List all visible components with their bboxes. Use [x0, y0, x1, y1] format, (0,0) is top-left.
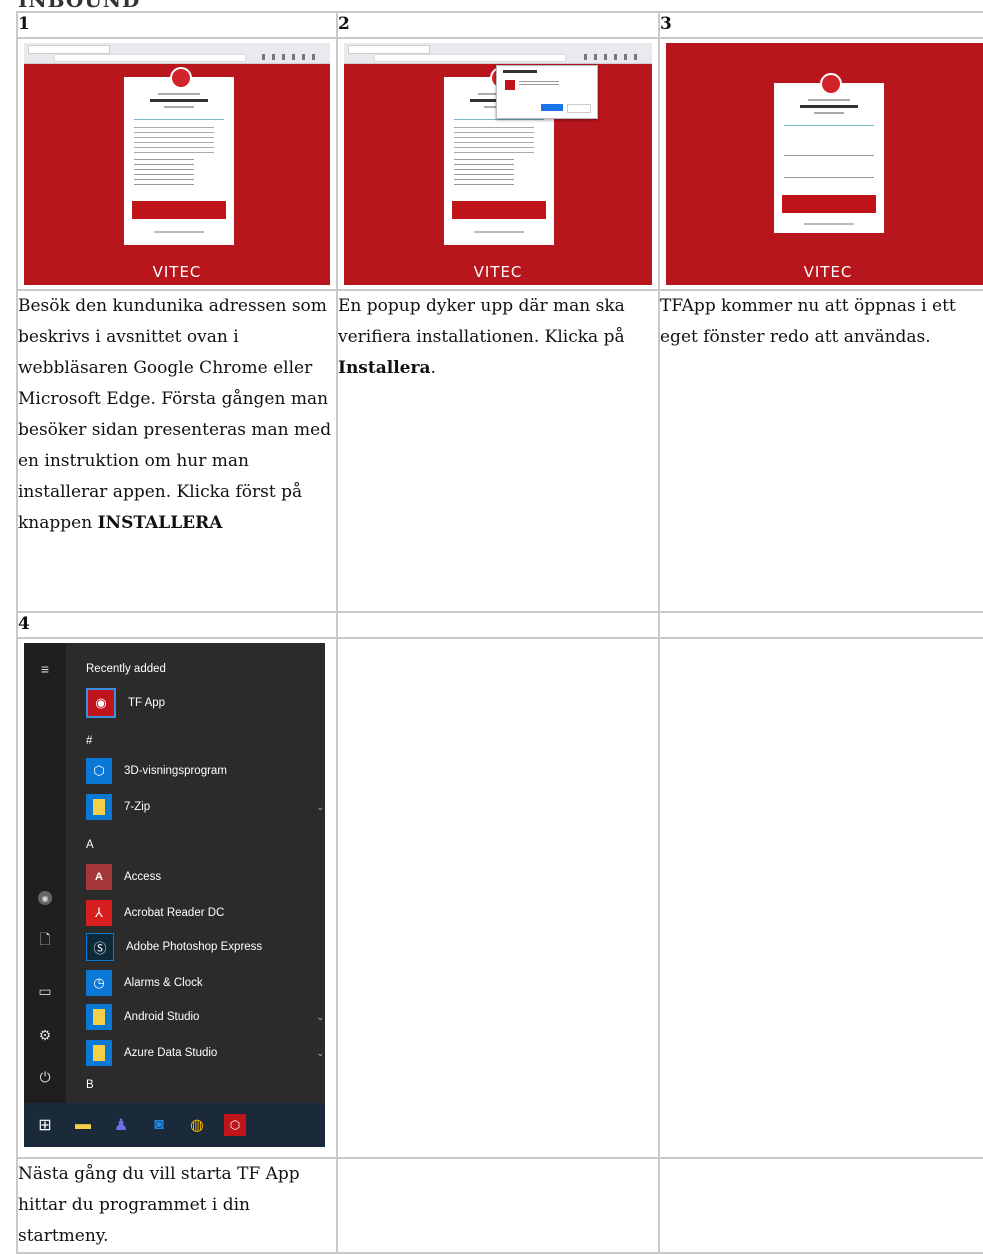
chrome-icon[interactable]: ◍ [180, 1108, 214, 1142]
browser-screenshot: VITEC [24, 43, 330, 285]
start-menu-sidebar: ≡ ◉ 🗋 ▭ ⚙ ⏻ [24, 643, 66, 1103]
clock-icon: ◷ [86, 970, 112, 996]
tf-app-icon: ◉ [86, 688, 116, 718]
start-menu-app[interactable]: ⅄ Acrobat Reader DC [86, 899, 325, 927]
install-card [124, 67, 234, 245]
app-logo-icon [820, 73, 842, 95]
section-header: # [86, 735, 93, 747]
username-field [784, 147, 874, 156]
login-card [774, 73, 884, 233]
login-button [782, 195, 876, 213]
hamburger-icon: ≡ [40, 661, 50, 677]
step-3-screenshot: VITEC [658, 37, 983, 291]
user-avatar-icon: ◉ [38, 891, 52, 905]
install-button [132, 201, 226, 219]
password-field [784, 169, 874, 178]
start-menu-app[interactable]: Ⓢ Adobe Photoshop Express [86, 933, 325, 961]
steps-table: 1 2 3 VITEC VITEC VITEC Besök den kundun… [16, 11, 983, 1254]
tf-app-taskbar-icon[interactable]: ⬡ [224, 1114, 246, 1136]
start-menu-app[interactable]: ◉ TF App [86, 688, 325, 718]
taskbar: ⊞ ▬ ♟ ◙ ◍ ⬡ [24, 1103, 325, 1147]
section-header: B [86, 1079, 94, 1091]
install-popup [496, 65, 598, 119]
step-1-text: Besök den kundunika adressen som beskriv… [16, 289, 338, 613]
vitec-logo: VITEC [473, 263, 523, 281]
acrobat-icon: ⅄ [86, 900, 112, 926]
teams-icon[interactable]: ♟ [104, 1108, 138, 1142]
chevron-down-icon: ⌄ [316, 1047, 324, 1058]
power-icon: ⏻ [39, 1068, 51, 1085]
photoshop-icon: Ⓢ [86, 933, 114, 961]
file-explorer-icon[interactable]: ▬ [66, 1108, 100, 1142]
step-number: 2 [336, 11, 660, 39]
step-2-text: En popup dyker upp där man ska verifiera… [336, 289, 660, 613]
step-4-screenshot: ≡ ◉ 🗋 ▭ ⚙ ⏻ Recently added ◉ TF App # ⬡ [16, 637, 338, 1159]
step-number: 3 [658, 11, 983, 39]
app-window-screenshot: VITEC [666, 43, 983, 285]
start-menu-app[interactable]: A Access [86, 863, 325, 891]
windows-start-icon[interactable]: ⊞ [28, 1108, 62, 1142]
start-menu-app[interactable]: 7-Zip ⌄ [86, 793, 325, 821]
folder-icon [86, 1004, 112, 1030]
start-menu-app[interactable]: ◷ Alarms & Clock [86, 969, 325, 997]
step-number: 1 [16, 11, 338, 39]
folder-icon [86, 794, 112, 820]
cube-icon: ⬡ [86, 758, 112, 784]
start-menu-screenshot: ≡ ◉ 🗋 ▭ ⚙ ⏻ Recently added ◉ TF App # ⬡ [24, 643, 325, 1147]
chevron-down-icon: ⌄ [316, 801, 324, 812]
recently-added-header: Recently added [86, 663, 166, 675]
step-4-text: Nästa gång du vill starta TF App hittar … [16, 1157, 338, 1254]
vitec-logo: VITEC [803, 263, 853, 281]
vitec-logo: VITEC [152, 263, 202, 281]
document-icon: 🗋 [39, 931, 51, 947]
step-1-screenshot: VITEC [16, 37, 338, 291]
step-number: 4 [16, 611, 338, 639]
start-menu-app[interactable]: ⬡ 3D-visningsprogram [86, 757, 325, 785]
browser-screenshot: VITEC [344, 43, 652, 285]
step-2-screenshot: VITEC [336, 37, 660, 291]
access-icon: A [86, 864, 112, 890]
step-3-text: TFApp kommer nu att öppnas i ett eget fö… [658, 289, 983, 613]
settings-gear-icon: ⚙ [38, 1026, 52, 1043]
folder-icon [86, 1040, 112, 1066]
chevron-down-icon: ⌄ [316, 1011, 324, 1022]
app-logo-icon [170, 67, 192, 89]
pictures-icon: ▭ [38, 982, 52, 999]
section-header: A [86, 839, 94, 851]
outlook-icon[interactable]: ◙ [142, 1108, 176, 1142]
start-menu-app[interactable]: Android Studio ⌄ [86, 1003, 325, 1031]
install-button [452, 201, 546, 219]
start-menu-app[interactable]: Azure Data Studio ⌄ [86, 1039, 325, 1067]
